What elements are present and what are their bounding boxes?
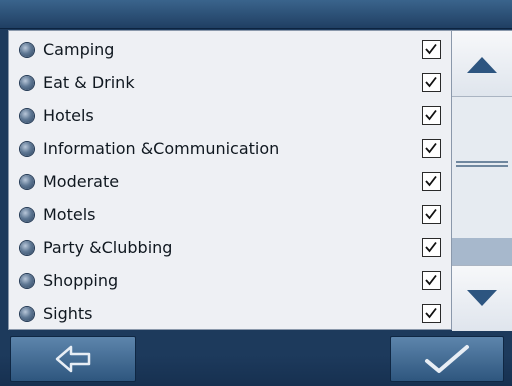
checkmark-icon bbox=[425, 109, 437, 121]
checkmark-icon bbox=[425, 142, 437, 154]
checkbox[interactable] bbox=[422, 238, 441, 257]
list-item-hotels[interactable]: Hotels bbox=[9, 99, 451, 132]
scroll-up-button[interactable] bbox=[452, 31, 512, 97]
checkbox[interactable] bbox=[422, 139, 441, 158]
checkbox[interactable] bbox=[422, 271, 441, 290]
triangle-down-icon bbox=[467, 290, 497, 306]
list-item-camping[interactable]: Camping bbox=[9, 33, 451, 66]
bullet-dot-icon bbox=[20, 75, 34, 90]
bullet-dot-icon bbox=[20, 306, 34, 321]
category-list: Camping Eat & Drink Hotels Information &… bbox=[8, 30, 452, 330]
bullet-dot-icon bbox=[20, 108, 34, 123]
list-item-label: Shopping bbox=[43, 271, 119, 290]
bullet-dot-icon bbox=[20, 174, 34, 189]
list-item-label: Motels bbox=[43, 205, 96, 224]
checkbox[interactable] bbox=[422, 172, 441, 191]
list-item-label: Information &Communication bbox=[43, 139, 280, 158]
list-item-label: Hotels bbox=[43, 106, 94, 125]
checkmark-icon bbox=[425, 76, 437, 88]
checkbox[interactable] bbox=[422, 106, 441, 125]
confirm-button[interactable] bbox=[390, 336, 504, 382]
scrollbar[interactable] bbox=[452, 30, 512, 331]
bullet-dot-icon bbox=[20, 141, 34, 156]
list-item-label: Camping bbox=[43, 40, 115, 59]
list-item-sights[interactable]: Sights bbox=[9, 297, 451, 330]
list-item-party-clubbing[interactable]: Party &Clubbing bbox=[9, 231, 451, 264]
back-arrow-icon bbox=[55, 345, 91, 373]
back-button[interactable] bbox=[10, 336, 136, 382]
list-item-shopping[interactable]: Shopping bbox=[9, 264, 451, 297]
bullet-dot-icon bbox=[20, 207, 34, 222]
screen: Camping Eat & Drink Hotels Information &… bbox=[0, 0, 512, 386]
list-item-label: Moderate bbox=[43, 172, 120, 191]
checkbox[interactable] bbox=[422, 205, 441, 224]
list-item-motels[interactable]: Motels bbox=[9, 198, 451, 231]
checkmark-icon bbox=[425, 274, 437, 286]
checkmark-icon bbox=[425, 241, 437, 253]
list-item-information-communication[interactable]: Information &Communication bbox=[9, 132, 451, 165]
scroll-down-button[interactable] bbox=[452, 265, 512, 331]
list-item-eat-drink[interactable]: Eat & Drink bbox=[9, 66, 451, 99]
checkmark-icon bbox=[425, 175, 437, 187]
triangle-up-icon bbox=[467, 57, 497, 73]
checkmark-icon bbox=[425, 43, 437, 55]
scroll-grip bbox=[456, 165, 508, 167]
list-item-label: Eat & Drink bbox=[43, 73, 135, 92]
list-item-label: Sights bbox=[43, 304, 93, 323]
checkbox[interactable] bbox=[422, 40, 441, 59]
list-item-moderate[interactable]: Moderate bbox=[9, 165, 451, 198]
list-item-label: Party &Clubbing bbox=[43, 238, 173, 257]
checkmark-icon bbox=[425, 208, 437, 220]
checkmark-icon bbox=[425, 307, 437, 319]
bullet-dot-icon bbox=[20, 42, 34, 57]
bullet-dot-icon bbox=[20, 240, 34, 255]
checkbox[interactable] bbox=[422, 304, 441, 323]
title-bar bbox=[0, 0, 512, 29]
bullet-dot-icon bbox=[20, 273, 34, 288]
checkbox[interactable] bbox=[422, 73, 441, 92]
checkmark-icon bbox=[425, 345, 469, 373]
scroll-grip bbox=[456, 161, 508, 163]
scroll-thumb[interactable] bbox=[452, 238, 512, 268]
